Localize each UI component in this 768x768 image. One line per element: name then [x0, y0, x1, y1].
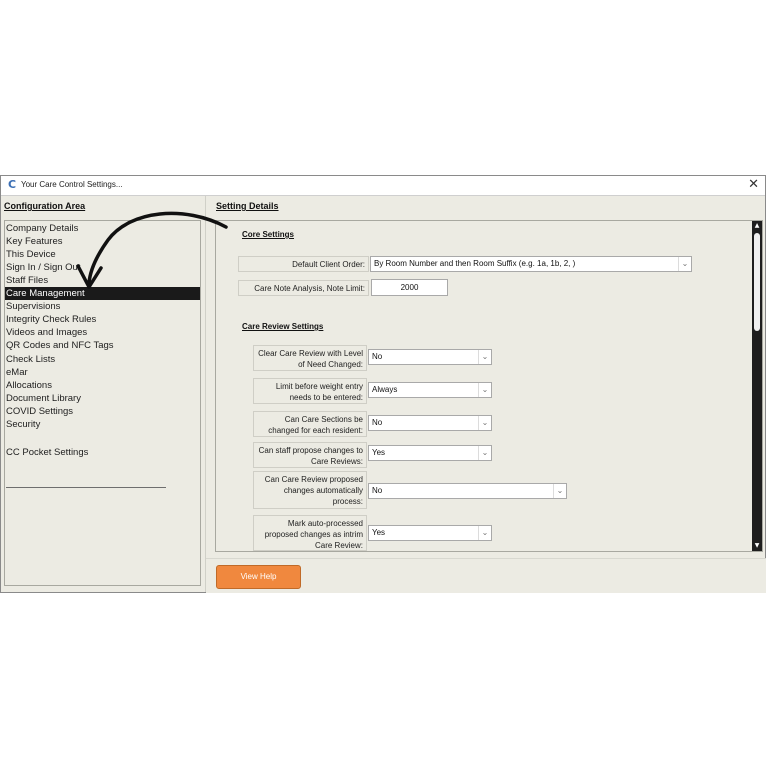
default-client-order-select[interactable]: By Room Number and then Room Suffix (e.g… — [370, 256, 692, 272]
pane-divider — [205, 196, 206, 592]
auto-process-changes-select[interactable]: No ⌄ — [368, 483, 567, 499]
chevron-down-icon: ⌄ — [478, 446, 491, 460]
nav-item-document-library[interactable]: Document Library — [5, 392, 200, 405]
review-field-label: Can Care Sections be changed for each re… — [253, 411, 367, 437]
staff-propose-changes-select[interactable]: Yes ⌄ — [368, 445, 492, 461]
nav-item-emar[interactable]: eMar — [5, 366, 200, 379]
nav-item-key-features[interactable]: Key Features — [5, 235, 200, 248]
setting-details-panel: Core Settings Default Client Order: By R… — [215, 220, 763, 552]
scroll-down-icon[interactable]: ▼ — [752, 541, 762, 551]
chevron-down-icon: ⌄ — [678, 257, 691, 271]
nav-item-videos-images[interactable]: Videos and Images — [5, 326, 200, 339]
auto-process-changes-value: No — [372, 486, 383, 495]
nav-item-cc-pocket-settings[interactable]: CC Pocket Settings — [5, 446, 200, 459]
configuration-list: Company Details Key Features This Device… — [4, 220, 201, 586]
note-limit-label: Care Note Analysis, Note Limit: — [238, 280, 369, 296]
review-field-label: Can staff propose changes to Care Review… — [253, 442, 367, 468]
vertical-scrollbar[interactable]: ▲ ▼ — [752, 221, 762, 551]
nav-item-qr-nfc[interactable]: QR Codes and NFC Tags — [5, 339, 200, 352]
nav-item-staff-files[interactable]: Staff Files — [5, 274, 200, 287]
weight-entry-limit-select[interactable]: Always ⌄ — [368, 382, 492, 398]
weight-entry-limit-value: Always — [372, 385, 398, 394]
mark-intrim-review-value: Yes — [372, 528, 386, 537]
chevron-down-icon: ⌄ — [478, 350, 491, 364]
nav-item-check-lists[interactable]: Check Lists — [5, 353, 200, 366]
nav-item-integrity-check-rules[interactable]: Integrity Check Rules — [5, 313, 200, 326]
care-sections-change-select[interactable]: No ⌄ — [368, 415, 492, 431]
nav-item-care-management[interactable]: Care Management — [5, 287, 200, 300]
review-field-label: Clear Care Review with Level of Need Cha… — [253, 345, 367, 371]
core-settings-title: Core Settings — [242, 230, 295, 239]
staff-propose-changes-value: Yes — [372, 448, 386, 457]
configuration-area-header: Configuration Area — [4, 201, 86, 211]
clear-care-review-value: No — [372, 352, 383, 361]
list-divider — [6, 487, 166, 488]
scroll-up-icon[interactable]: ▲ — [752, 221, 762, 231]
nav-item-company-details[interactable]: Company Details — [5, 222, 200, 235]
default-client-order-label: Default Client Order: — [238, 256, 369, 272]
view-help-button[interactable]: View Help — [216, 565, 301, 589]
review-field-label: Limit before weight entry needs to be en… — [253, 378, 367, 404]
footer-bar: View Help — [206, 558, 766, 593]
care-sections-change-value: No — [372, 418, 383, 427]
note-limit-input[interactable]: 2000 — [371, 279, 448, 296]
chevron-down-icon: ⌄ — [478, 416, 491, 430]
clear-care-review-select[interactable]: No ⌄ — [368, 349, 492, 365]
care-review-settings-title: Care Review Settings — [242, 322, 324, 331]
nav-item-allocations[interactable]: Allocations — [5, 379, 200, 392]
nav-item-supervisions[interactable]: Supervisions — [5, 300, 200, 313]
scroll-thumb[interactable] — [754, 233, 760, 331]
chevron-down-icon: ⌄ — [478, 383, 491, 397]
setting-details-header: Setting Details — [216, 201, 279, 211]
settings-window: C Your Care Control Settings... ✕ Config… — [0, 175, 766, 593]
chevron-down-icon: ⌄ — [478, 526, 491, 540]
app-logo-icon: C — [7, 178, 17, 191]
nav-item-security[interactable]: Security — [5, 418, 200, 431]
nav-item-sign-in-out[interactable]: Sign In / Sign Out — [5, 261, 200, 274]
default-client-order-value: By Room Number and then Room Suffix (e.g… — [374, 259, 576, 268]
window-title: Your Care Control Settings... — [21, 180, 123, 189]
nav-item-this-device[interactable]: This Device — [5, 248, 200, 261]
nav-item-covid-settings[interactable]: COVID Settings — [5, 405, 200, 418]
chevron-down-icon: ⌄ — [553, 484, 566, 498]
review-field-label: Can Care Review proposed changes automat… — [253, 471, 367, 509]
review-field-label: Mark auto-processed proposed changes as … — [253, 515, 367, 551]
close-icon[interactable]: ✕ — [748, 177, 759, 193]
title-bar: C Your Care Control Settings... ✕ — [1, 176, 765, 196]
mark-intrim-review-select[interactable]: Yes ⌄ — [368, 525, 492, 541]
